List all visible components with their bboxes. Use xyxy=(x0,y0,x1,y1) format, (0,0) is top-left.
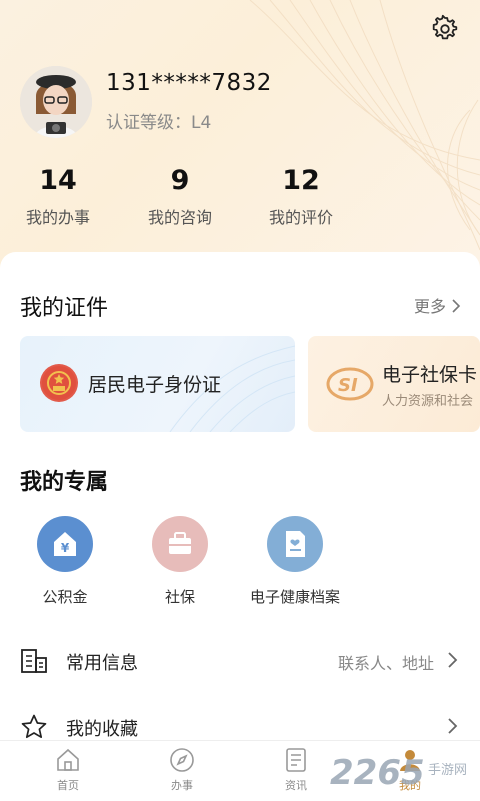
common-info-row[interactable]: 常用信息 联系人、地址 xyxy=(0,639,480,683)
id-card-tile[interactable]: 居民电子身份证 xyxy=(20,336,295,432)
stat-label: 我的咨询 xyxy=(147,208,212,227)
svg-text:2265: 2265 xyxy=(330,753,425,793)
watermark-logo: 2265 手游网 xyxy=(330,746,480,796)
card-subtitle: 人力资源和社会 xyxy=(382,394,474,409)
health-document-icon xyxy=(267,516,323,572)
stat-value: 14 xyxy=(39,165,77,196)
feature-social-security[interactable]: 社保 xyxy=(120,516,240,607)
feature-health-record[interactable]: 电子健康档案 xyxy=(235,516,355,607)
chevron-right-icon xyxy=(452,299,461,313)
exclusive-title: 我的专属 xyxy=(20,470,109,495)
stat-my-reviews[interactable]: 12 我的评价 xyxy=(246,164,356,228)
row-label: 我的收藏 xyxy=(66,719,138,740)
level-label: 认证等级： xyxy=(106,113,191,133)
home-icon xyxy=(55,747,81,773)
chevron-right-icon xyxy=(446,650,460,670)
social-security-logo-icon: SI xyxy=(326,366,374,402)
profile-header: 131*****7832 认证等级：L4 14 我的办事 9 我的咨询 12 我… xyxy=(0,0,480,270)
feature-label: 社保 xyxy=(164,588,195,606)
more-label: 更多 xyxy=(414,297,447,316)
tab-services[interactable]: 办事 xyxy=(142,747,222,793)
card-title: 居民电子身份证 xyxy=(88,374,222,396)
building-icon xyxy=(20,647,48,675)
news-icon xyxy=(283,747,309,773)
star-icon xyxy=(20,713,48,741)
row-value: 联系人、地址 xyxy=(337,654,434,673)
level-value: L4 xyxy=(191,113,212,133)
header-wave-decoration xyxy=(249,0,480,251)
briefcase-icon xyxy=(152,516,208,572)
tab-label: 办事 xyxy=(171,779,193,792)
tab-label: 资讯 xyxy=(285,779,307,792)
tab-news[interactable]: 资讯 xyxy=(256,747,336,793)
card-title: 电子社保卡 xyxy=(382,364,478,386)
stat-label: 我的评价 xyxy=(268,208,333,227)
feature-label: 电子健康档案 xyxy=(249,588,340,606)
svg-text:手游网: 手游网 xyxy=(428,763,467,778)
chevron-right-icon xyxy=(446,716,460,736)
house-yuan-icon: ¥ xyxy=(37,516,93,572)
feature-housing-fund[interactable]: ¥ 公积金 xyxy=(5,516,125,607)
certification-level: 认证等级：L4 xyxy=(106,108,211,133)
stat-value: 9 xyxy=(170,165,190,196)
user-phone: 131*****7832 xyxy=(106,70,272,96)
settings-gear-icon[interactable] xyxy=(430,14,460,44)
stat-my-consultations[interactable]: 9 我的咨询 xyxy=(125,164,235,228)
feature-label: 公积金 xyxy=(42,588,88,606)
row-label: 常用信息 xyxy=(66,653,138,674)
tab-label: 首页 xyxy=(57,779,79,792)
compass-icon xyxy=(169,747,195,773)
stat-value: 12 xyxy=(282,165,320,196)
certificates-title: 我的证件 xyxy=(20,296,109,321)
stat-label: 我的办事 xyxy=(25,208,90,227)
svg-text:SI: SI xyxy=(338,375,358,396)
national-emblem-icon xyxy=(40,364,78,402)
avatar[interactable] xyxy=(20,66,92,138)
svg-text:¥: ¥ xyxy=(61,541,70,555)
social-security-card-tile[interactable]: SI 电子社保卡 人力资源和社会 xyxy=(308,336,480,432)
certificates-more-link[interactable]: 更多 xyxy=(414,293,461,317)
tab-home[interactable]: 首页 xyxy=(28,747,108,793)
stat-my-affairs[interactable]: 14 我的办事 xyxy=(3,164,113,228)
